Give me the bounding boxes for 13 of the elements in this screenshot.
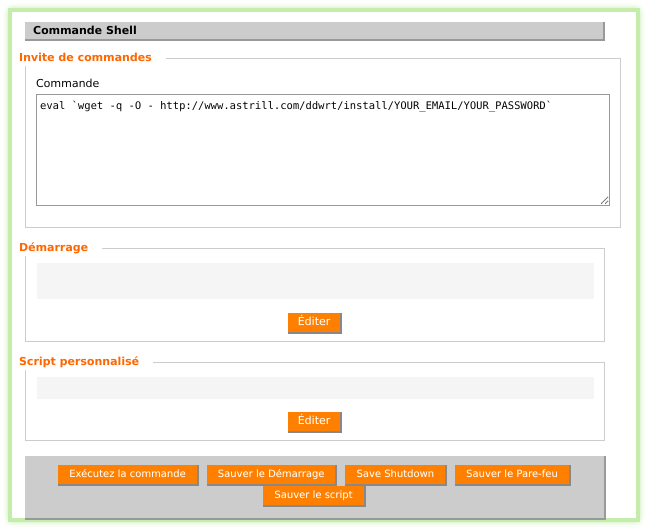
action-button[interactable]: Sauver le script bbox=[263, 486, 366, 507]
action-button[interactable]: Exécutez la commande bbox=[58, 465, 199, 486]
command-input[interactable]: eval `wget -q -O - http://www.astrill.com/ddwrt/install/YOUR_EMAIL/YOUR_PASSWORD` bbox=[36, 94, 610, 206]
action-button[interactable]: Sauver le Pare-feu bbox=[455, 465, 571, 486]
action-button[interactable]: Éditer bbox=[288, 412, 342, 433]
fieldset-legend: Démarrage bbox=[19, 240, 102, 256]
fieldset-legend: Invite de commandes bbox=[19, 50, 166, 66]
action-button[interactable]: Save Shutdown bbox=[345, 465, 448, 486]
action-button[interactable]: Sauver le Démarrage bbox=[206, 465, 338, 486]
action-button[interactable]: Éditer bbox=[288, 313, 342, 334]
section-header: Commande Shell bbox=[25, 22, 605, 41]
field-label: Commande bbox=[36, 76, 100, 92]
fieldset-legend: Script personnalisé bbox=[19, 354, 154, 370]
